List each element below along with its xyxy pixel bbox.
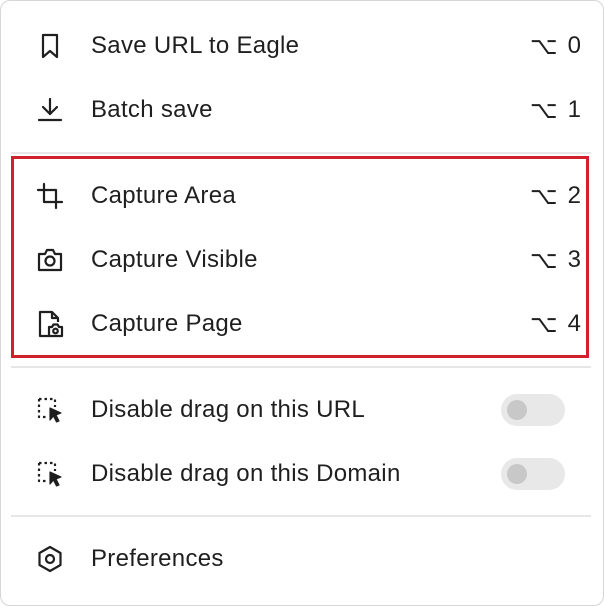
- batch-save-label: Batch save: [91, 96, 213, 123]
- drag-select-icon: [35, 459, 65, 489]
- toggle-knob: [507, 464, 527, 484]
- download-icon: [35, 95, 65, 125]
- capture-page-shortcut: ⌥ 4: [530, 310, 581, 338]
- save-url-label: Save URL to Eagle: [91, 32, 300, 59]
- capture-visible-shortcut: ⌥ 3: [530, 246, 581, 274]
- drag-select-icon: [35, 395, 65, 425]
- preferences-menu-item[interactable]: Preferences: [11, 529, 585, 589]
- capture-page-menu-item[interactable]: Capture Page ⌥ 4: [11, 294, 585, 354]
- disable-drag-url-menu-item[interactable]: Disable drag on this URL: [11, 380, 585, 440]
- capture-area-menu-item[interactable]: Capture Area ⌥ 2: [11, 166, 585, 226]
- hexagon-settings-icon: [35, 544, 65, 574]
- toggle-knob: [507, 400, 527, 420]
- preferences-label: Preferences: [91, 545, 224, 572]
- capture-area-label: Capture Area: [91, 182, 237, 209]
- shortcut-key: 4: [567, 310, 581, 337]
- menu-divider: [11, 366, 591, 368]
- disable-drag-url-label: Disable drag on this URL: [91, 396, 366, 423]
- page-camera-icon: [35, 309, 65, 339]
- capture-area-shortcut: ⌥ 2: [530, 182, 581, 210]
- option-key-symbol: ⌥: [529, 32, 558, 60]
- save-url-shortcut: ⌥ 0: [530, 32, 581, 60]
- menu-divider: [11, 152, 591, 154]
- batch-save-shortcut: ⌥ 1: [530, 96, 581, 124]
- option-key-symbol: ⌥: [529, 182, 558, 210]
- disable-drag-domain-menu-item[interactable]: Disable drag on this Domain: [11, 444, 585, 504]
- shortcut-key: 1: [567, 96, 581, 123]
- camera-icon: [35, 245, 65, 275]
- disable-drag-domain-label: Disable drag on this Domain: [91, 460, 401, 487]
- option-key-symbol: ⌥: [529, 246, 558, 274]
- capture-visible-menu-item[interactable]: Capture Visible ⌥ 3: [11, 230, 585, 290]
- shortcut-key: 3: [567, 246, 581, 273]
- capture-page-label: Capture Page: [91, 310, 243, 337]
- shortcut-key: 2: [567, 182, 581, 209]
- option-key-symbol: ⌥: [529, 96, 558, 124]
- crop-icon: [35, 181, 65, 211]
- disable-drag-domain-toggle[interactable]: [501, 458, 565, 490]
- disable-drag-url-toggle[interactable]: [501, 394, 565, 426]
- option-key-symbol: ⌥: [529, 310, 558, 338]
- capture-visible-label: Capture Visible: [91, 246, 258, 273]
- save-url-menu-item[interactable]: Save URL to Eagle ⌥ 0: [11, 16, 585, 76]
- menu-divider: [11, 515, 591, 517]
- batch-save-menu-item[interactable]: Batch save ⌥ 1: [11, 80, 585, 140]
- bookmark-icon: [35, 31, 65, 61]
- eagle-extension-menu: Save URL to Eagle ⌥ 0 Batch save ⌥ 1 Cap…: [0, 0, 604, 606]
- shortcut-key: 0: [567, 32, 581, 59]
